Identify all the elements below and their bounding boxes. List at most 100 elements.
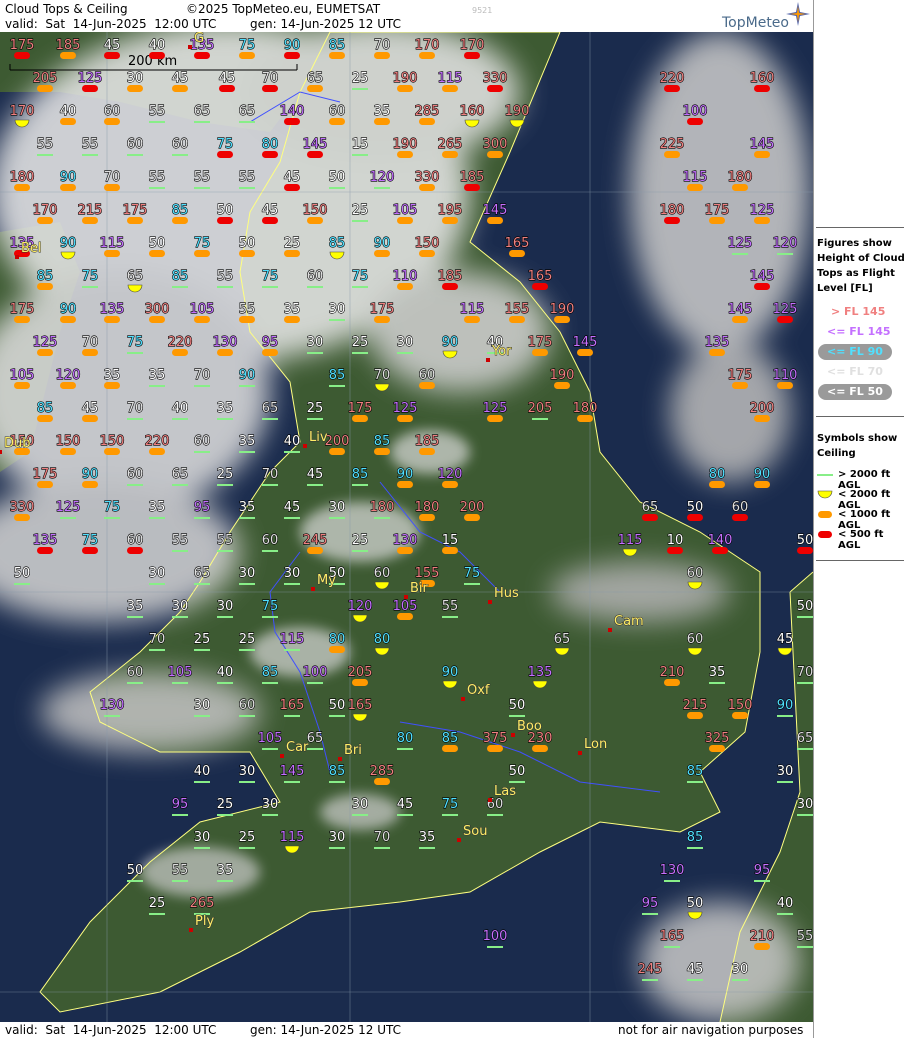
legend-fl-le90: <= FL 90 — [827, 345, 883, 358]
cloud-top-label: 25 — [352, 203, 369, 218]
cloud-top-label: 135 — [528, 665, 553, 680]
station-marker: 80 — [373, 631, 391, 656]
cloud-top-label: 50 — [329, 698, 346, 713]
cloud-top-label: 105 — [168, 665, 193, 680]
ceiling-red-pill-icon — [642, 514, 658, 521]
city-label: Bri — [344, 743, 362, 758]
ceiling-orange-pill-icon — [127, 217, 143, 224]
city-dot-icon — [511, 733, 515, 737]
station-marker: 85 — [171, 202, 189, 224]
ceiling-orange-pill-icon — [577, 415, 593, 422]
station-marker: 60 — [686, 631, 704, 656]
cloud-top-label: 30 — [329, 500, 346, 515]
cloud-top-label: 300 — [483, 137, 508, 152]
station-marker: 85 — [441, 730, 459, 752]
cloud-top-label: 210 — [750, 929, 775, 944]
ceiling-orange-pill-icon — [709, 217, 725, 224]
ceiling-orange-pill-icon — [14, 316, 30, 323]
cloud-top-label: 25 — [217, 797, 234, 812]
station-marker: 70 — [103, 169, 121, 191]
cloud-top-label: 50 — [329, 170, 346, 185]
ceiling-red-pill-icon — [284, 118, 300, 125]
cloud-top-label: 50 — [149, 236, 166, 251]
cloud-top-label: 65 — [239, 104, 256, 119]
cloud-top-label: 110 — [393, 269, 418, 284]
station-marker: 35 — [103, 367, 121, 389]
cloud-top-label: 150 — [100, 434, 125, 449]
legend-sym-gt2000: > 2000 ft AGL — [838, 469, 891, 491]
cloud-top-label: 170 — [10, 104, 35, 119]
station-marker: 90 — [59, 301, 77, 323]
cloud-top-label: 95 — [172, 797, 189, 812]
ceiling-orange-pill-icon — [487, 745, 503, 752]
cloud-top-label: 70 — [374, 38, 391, 53]
ceiling-red-pill-icon — [307, 151, 323, 158]
ceiling-orange-pill-icon — [37, 349, 53, 356]
cloud-top-label: 160 — [750, 71, 775, 86]
cloud-top-label: 145 — [483, 203, 508, 218]
station-marker: 45 — [103, 37, 121, 59]
gen-time: gen: 14-Jun-2025 12 UTC — [250, 17, 402, 31]
cloud-top-label: 90 — [397, 467, 414, 482]
cloud-top-label: 265 — [190, 896, 215, 911]
cloud-top-label: 65 — [194, 566, 211, 581]
cloud-top-label: 135 — [100, 302, 125, 317]
cloud-top-label: 285 — [370, 764, 395, 779]
ceiling-orange-pill-icon — [419, 448, 435, 455]
city-dot-icon — [303, 444, 307, 448]
ceiling-orange-pill-icon — [82, 415, 98, 422]
ceiling-red-pill-icon — [219, 85, 235, 92]
cloud-top-label: 65 — [127, 269, 144, 284]
cloud-top-label: 40 — [149, 38, 166, 53]
ceiling-orange-pill-icon — [397, 151, 413, 158]
cloud-top-label: 50 — [217, 203, 234, 218]
city-dot-icon — [488, 600, 492, 604]
ceiling-red-pill-icon — [777, 316, 793, 323]
legend-figures-line-1: Figures show — [817, 238, 892, 249]
station-marker: 60 — [328, 103, 346, 125]
cloud-top-label: 85 — [687, 830, 704, 845]
cloud-top-label: 330 — [10, 500, 35, 515]
cloud-top-label: 25 — [284, 236, 301, 251]
cloud-top-label: 90 — [60, 302, 77, 317]
cloud-top-label: 25 — [352, 71, 369, 86]
cloud-top-label: 85 — [352, 467, 369, 482]
city-label: Las — [494, 784, 516, 799]
ceiling-red-pill-icon — [667, 547, 683, 554]
cloud-top-label: 80 — [397, 731, 414, 746]
ceiling-red-pill-icon — [14, 52, 30, 59]
ceiling-orange-pill-icon — [532, 745, 548, 752]
footer: valid: Sat 14-Jun-2025 12:00 UTC gen: 14… — [0, 1022, 813, 1038]
cloud-top-label: 45 — [284, 500, 301, 515]
cloud-top-label: 45 — [777, 632, 794, 647]
ceiling-orange-pill-icon — [194, 250, 210, 257]
legend-figures-line-3: Tops as Flight — [817, 268, 895, 279]
legend-divider — [816, 560, 904, 561]
cloud-top-label: 215 — [683, 698, 708, 713]
header: Cloud Tops & Ceiling ©2025 TopMeteo.eu, … — [0, 0, 813, 32]
cloud-top-label: 145 — [573, 335, 598, 350]
cloud-top-label: 150 — [303, 203, 328, 218]
cloud-top-label: 30 — [284, 566, 301, 581]
ceiling-orange-pill-icon — [732, 316, 748, 323]
city-label: Boo — [517, 719, 542, 734]
station-marker: 40 — [148, 37, 166, 59]
cloud-top-label: 15 — [352, 137, 369, 152]
station-marker: 10 — [666, 532, 684, 554]
station-marker: 50 — [216, 202, 234, 224]
ceiling-orange-pill-icon — [329, 52, 345, 59]
cloud-top-label: 40 — [217, 665, 234, 680]
cloud-top-label: 190 — [505, 104, 530, 119]
station-marker: 90 — [373, 235, 391, 257]
cloud-top-label: 115 — [280, 830, 305, 845]
ceiling-orange-pill-icon — [397, 415, 413, 422]
cloud-top-label: 220 — [145, 434, 170, 449]
station-marker: 50 — [686, 895, 704, 920]
ceiling-orange-pill-icon — [284, 250, 300, 257]
cloud-top-label: 120 — [56, 368, 81, 383]
satellite-map[interactable]: 200 km 175 185 45 40 135 75 90 85 70 170 170 205 125… — [0, 32, 813, 1022]
ceiling-orange-pill-icon — [329, 118, 345, 125]
cloud-top-label: 35 — [127, 599, 144, 614]
ceiling-orange-pill-icon — [732, 184, 748, 191]
ceiling-orange-pill-icon — [397, 613, 413, 620]
